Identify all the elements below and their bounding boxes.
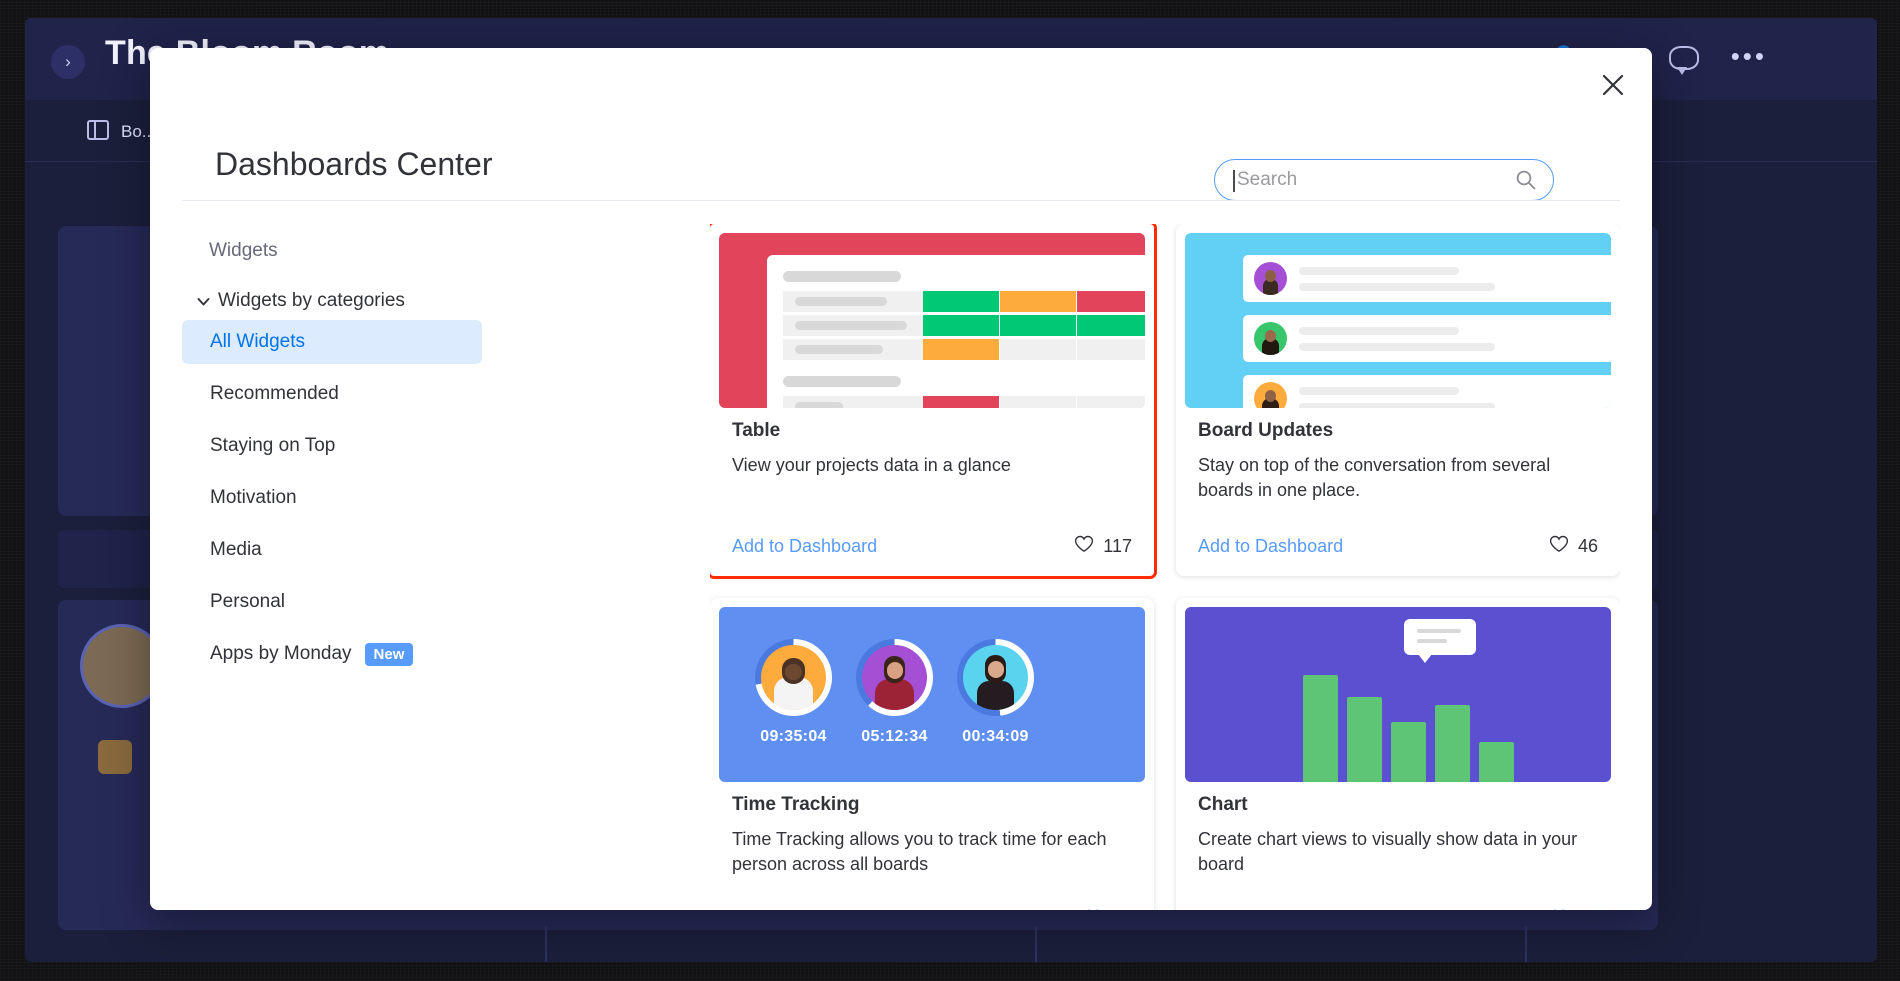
widget-card-time-tracking[interactable]: 09:35:04 05:12:34 00:34:09 Time Tracking… (710, 598, 1154, 910)
divider (1035, 926, 1037, 962)
widget-name: Board Updates (1198, 420, 1334, 441)
sidebar-item-label: Media (210, 539, 262, 560)
divider (1525, 926, 1527, 962)
widget-name: Chart (1198, 794, 1248, 815)
sidebar-item-recommended[interactable]: Recommended (182, 372, 482, 416)
chart-bar (1479, 742, 1514, 782)
divider (182, 200, 1620, 201)
chart-bar (1435, 705, 1470, 782)
widget-description: Create chart views to visually show data… (1198, 829, 1578, 874)
sidebar-item-all-widgets[interactable]: All Widgets (182, 320, 482, 364)
avatar (1254, 262, 1287, 295)
widget-thumbnail-chart (1185, 607, 1611, 782)
new-badge: New (364, 642, 414, 666)
avatar (1254, 382, 1287, 408)
avatar (1254, 322, 1287, 355)
chat-bubble-icon[interactable] (1669, 46, 1699, 75)
divider (545, 926, 547, 962)
search-input[interactable] (1237, 169, 1487, 191)
sidebar-item-staying-on-top[interactable]: Staying on Top (182, 424, 482, 468)
sidebar-item-personal[interactable]: Personal (182, 580, 482, 624)
sidebar: Widgets Widgets by categories All Widget… (182, 224, 482, 910)
widget-description: Stay on top of the conversation from sev… (1198, 455, 1551, 500)
sidebar-item-media[interactable]: Media (182, 528, 482, 572)
sidebar-item-label: Recommended (210, 383, 339, 404)
progress-ring (957, 639, 1034, 716)
heart-icon (1549, 535, 1569, 558)
chart-tooltip (1404, 619, 1476, 663)
like-counter[interactable]: 86 (1083, 909, 1132, 910)
like-counter[interactable]: 117 (1074, 535, 1132, 558)
progress-ring (856, 639, 933, 716)
widget-grid: Table View your projects data in a glanc… (710, 224, 1620, 910)
widget-card-table[interactable]: Table View your projects data in a glanc… (710, 224, 1157, 579)
widget-name: Time Tracking (732, 794, 860, 815)
widget-thumbnail-time-tracking: 09:35:04 05:12:34 00:34:09 (719, 607, 1145, 782)
sidebar-category-label: Widgets by categories (218, 290, 405, 311)
like-count: 117 (1103, 536, 1132, 556)
widget-thumbnail-table (719, 233, 1145, 408)
chevron-down-icon (188, 293, 218, 310)
search-icon (1515, 169, 1537, 196)
widget-name: Table (732, 420, 781, 441)
progress-ring (755, 639, 832, 716)
chart-bar (1347, 697, 1382, 782)
search-box[interactable] (1214, 159, 1554, 201)
screen: › The Bloom Room ✧ View 👤 / 1 ••• Bo... … (0, 0, 1900, 981)
close-icon[interactable] (1592, 64, 1634, 106)
timer-value: 00:34:09 (962, 728, 1029, 745)
sidebar-category-group[interactable]: Widgets by categories (182, 262, 482, 312)
sidebar-item-label: Staying on Top (210, 435, 336, 456)
page-title: Dashboards Center (215, 146, 493, 182)
dashboards-center-modal: Dashboards Center Widgets Wid (150, 48, 1652, 910)
sidebar-item-label: Motivation (210, 487, 297, 508)
widget-description: View your projects data in a glance (732, 455, 1011, 475)
chart-bar (1303, 675, 1338, 782)
more-options-icon[interactable]: ••• (1731, 43, 1767, 69)
like-count: 46 (1577, 536, 1598, 556)
text-caret (1233, 170, 1235, 192)
sidebar-item-motivation[interactable]: Motivation (182, 476, 482, 520)
sidebar-item-apps-by-monday[interactable]: Apps by Monday New (182, 632, 482, 676)
sidebar-item-label: Personal (210, 591, 285, 612)
widget-card-chart[interactable]: Chart Create chart views to visually sho… (1176, 598, 1620, 910)
heart-icon (1549, 909, 1569, 910)
like-counter[interactable]: 46 (1549, 535, 1598, 558)
add-to-dashboard-button[interactable]: Add to Dashboard (1198, 536, 1343, 557)
heart-icon (1083, 909, 1103, 910)
expand-sidebar-icon[interactable]: › (51, 45, 85, 79)
sidebar-heading: Widgets (209, 240, 278, 261)
heart-icon (1074, 535, 1094, 558)
timer-value: 05:12:34 (861, 728, 928, 745)
bg-tile (98, 740, 132, 774)
like-counter[interactable]: 77 (1549, 909, 1598, 910)
timer-value: 09:35:04 (760, 728, 827, 745)
widget-thumbnail-board-updates (1185, 233, 1611, 408)
chart-bar (1391, 722, 1426, 782)
add-to-dashboard-button[interactable]: Add to Dashboard (732, 536, 877, 557)
board-panel-icon[interactable] (87, 120, 109, 140)
sidebar-item-label: All Widgets (210, 331, 306, 352)
sidebar-item-label: Apps by Monday (210, 643, 352, 664)
widget-description: Time Tracking allows you to track time f… (732, 829, 1107, 874)
widget-card-board-updates[interactable]: Board Updates Stay on top of the convers… (1176, 224, 1620, 576)
